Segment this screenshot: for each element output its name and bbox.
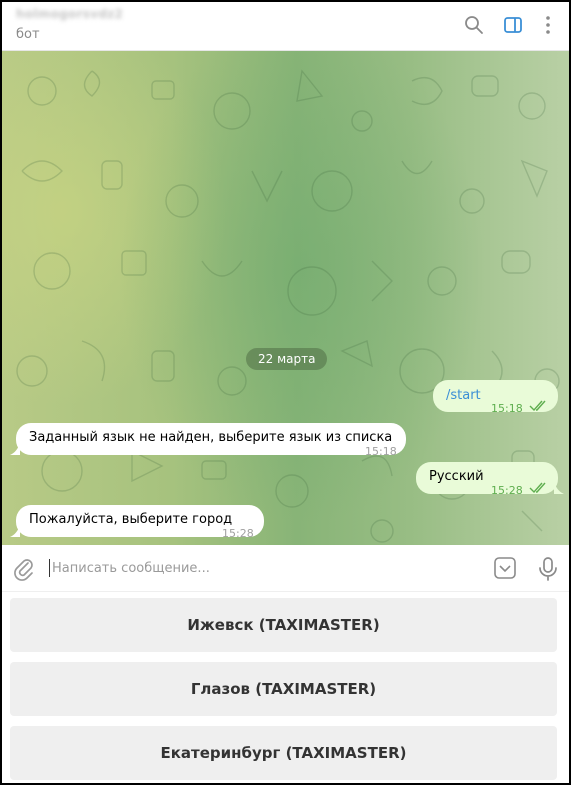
chat-header: holmogorsvdz2 бот	[2, 2, 569, 51]
message-input[interactable]	[52, 556, 472, 580]
bubble-tail	[10, 525, 20, 537]
message-time: 15:28	[491, 484, 523, 497]
bubble-tail	[10, 443, 20, 455]
message-composer	[2, 545, 569, 592]
message-outgoing[interactable]: /start 15:18	[433, 380, 558, 415]
bot-reply-keyboard: Ижевск (TAXIMASTER) Глазов (TAXIMASTER) …	[2, 592, 569, 783]
message-incoming[interactable]: Пожалуйста, выберите город 15:28	[10, 505, 264, 540]
message-outgoing[interactable]: Русский 15:28	[416, 462, 564, 497]
message-time: 15:28	[222, 527, 254, 540]
keyboard-button-yekaterinburg[interactable]: Екатеринбург (TAXIMASTER)	[10, 726, 557, 780]
chat-subtitle: бот	[16, 27, 40, 42]
message-time: 15:18	[491, 402, 523, 415]
attach-icon[interactable]	[12, 557, 36, 585]
more-vertical-icon[interactable]	[537, 14, 559, 36]
bubble-tail	[554, 482, 564, 494]
chat-title[interactable]: holmogorsvdz2	[16, 7, 123, 21]
keyboard-button-izhevsk[interactable]: Ижевск (TAXIMASTER)	[10, 598, 557, 652]
message-text: Русский	[429, 469, 484, 484]
message-time: 15:18	[365, 445, 397, 458]
sidebar-toggle-icon[interactable]	[502, 14, 524, 36]
search-icon[interactable]	[463, 14, 485, 36]
message-area[interactable]: 22 марта /start 15:18 Заданный язык не н…	[2, 51, 569, 545]
read-ticks-icon	[529, 393, 549, 425]
message-text: Заданный язык не найден, выберите язык и…	[29, 430, 393, 445]
telegram-window: holmogorsvdz2 бот 22 марта /start 15:18 …	[0, 0, 571, 785]
message-incoming[interactable]: Заданный язык не найден, выберите язык и…	[10, 423, 406, 458]
microphone-icon[interactable]	[537, 556, 559, 586]
message-text[interactable]: /start	[446, 380, 481, 412]
text-caret	[49, 559, 50, 577]
keyboard-button-glazov[interactable]: Глазов (TAXIMASTER)	[10, 662, 557, 716]
read-ticks-icon	[529, 475, 549, 507]
message-text: Пожалуйста, выберите город	[29, 512, 233, 527]
keyboard-toggle-icon[interactable]	[493, 556, 517, 584]
date-separator: 22 марта	[246, 348, 328, 370]
